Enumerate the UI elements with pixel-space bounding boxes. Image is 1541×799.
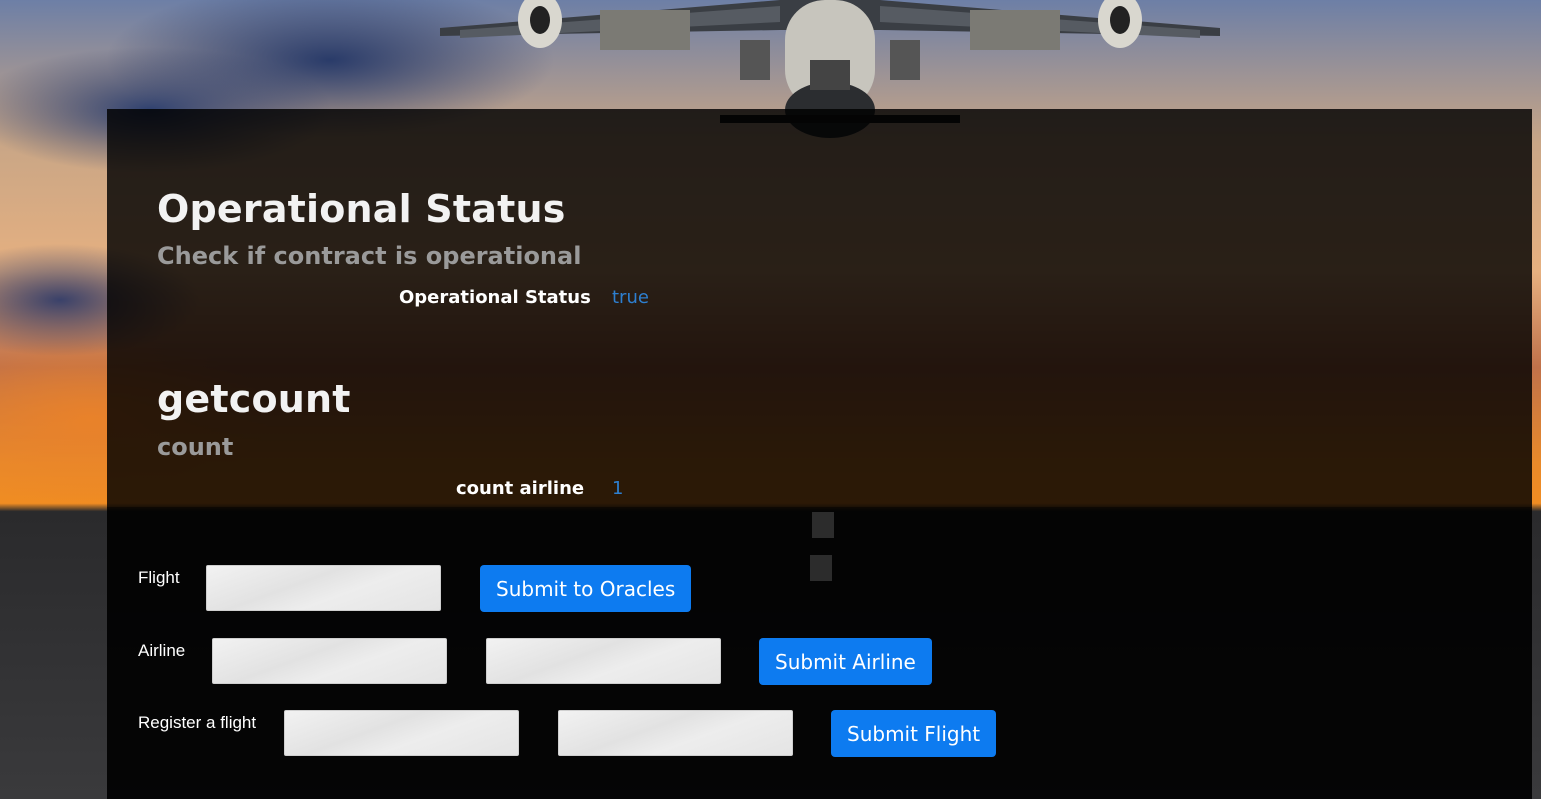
register-flight-label: Register a flight <box>138 713 257 732</box>
status-panel: Operational Status Check if contract is … <box>107 109 1532 507</box>
register-flight-input-2[interactable] <box>558 710 793 756</box>
runway-marking <box>812 512 834 538</box>
flight-label: Flight <box>138 568 180 587</box>
operational-status-subtitle: Check if contract is operational <box>157 242 582 270</box>
forms-panel: Flight Submit to Oracles Airline Submit … <box>107 507 1532 799</box>
count-airline-label: count airline <box>456 478 585 499</box>
operational-status-value: true <box>612 287 649 308</box>
submit-airline-button[interactable]: Submit Airline <box>759 638 932 685</box>
operational-status-label: Operational Status <box>399 287 591 308</box>
runway-marking <box>810 555 832 581</box>
count-airline-value: 1 <box>612 478 624 499</box>
getcount-title: getcount <box>157 377 351 421</box>
getcount-subtitle: count <box>157 433 234 461</box>
flight-input[interactable] <box>206 565 441 611</box>
operational-status-title: Operational Status <box>157 187 566 231</box>
airline-label: Airline <box>138 641 186 660</box>
submit-flight-button[interactable]: Submit Flight <box>831 710 997 757</box>
register-flight-input-1[interactable] <box>284 710 519 756</box>
airline-name-input[interactable] <box>486 638 721 684</box>
airline-address-input[interactable] <box>212 638 447 684</box>
submit-to-oracles-button[interactable]: Submit to Oracles <box>480 565 692 612</box>
